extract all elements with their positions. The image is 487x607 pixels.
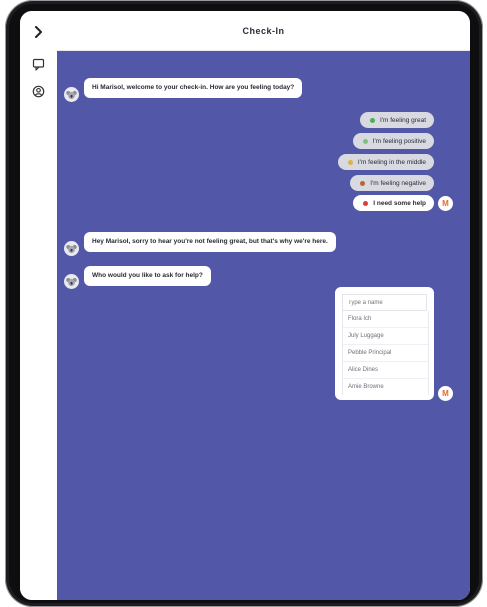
option-feeling-negative[interactable]: I'm feeling negative [350,175,434,191]
option-feeling-great[interactable]: I'm feeling great [359,112,434,128]
name-list[interactable]: Flora Ich July Luggage Pebble Principal … [342,311,429,395]
user-circle-icon [32,85,45,97]
name-option[interactable]: July Luggage [343,328,428,345]
option-label: I'm feeling great [379,116,426,124]
koala-icon [66,90,77,99]
option-feeling-positive[interactable]: I'm feeling positive [352,133,434,149]
bot-avatar [64,241,79,256]
name-picker-card: Flora Ich July Luggage Pebble Principal … [335,287,434,400]
sidebar-item-chat[interactable] [27,53,50,75]
name-search-input[interactable] [342,294,427,311]
bot-message-sorry: Hey Marisol, sorry to hear you're not fe… [84,232,336,252]
bot-avatar [64,87,79,102]
bot-message-ask-help: Who would you like to ask for help? [84,266,211,286]
status-dot [347,159,353,165]
user-avatar: M [438,386,453,401]
bot-avatar [64,274,79,289]
chevron-right-icon [34,26,42,38]
sidebar [20,11,58,600]
option-label: I'm feeling positive [372,137,426,145]
option-feeling-middle[interactable]: I'm feeling in the middle [337,154,434,170]
status-dot [369,117,375,123]
status-dot [363,200,369,206]
option-label: I need some help [373,199,426,207]
bot-message-welcome: Hi Marisol, welcome to your check-in. Ho… [84,78,303,98]
user-initial: M [442,389,449,398]
name-option[interactable]: Pebble Principal [343,345,428,362]
app-screen: Check-In Hi Marisol, welcome to your che… [20,11,470,600]
status-dot [362,138,368,144]
page-title: Check-In [242,25,285,36]
chat-icon [32,58,45,71]
name-option[interactable]: Flora Ich [343,311,428,328]
chat-area[interactable]: Hi Marisol, welcome to your check-in. Ho… [57,51,470,600]
name-option[interactable]: Alice Dines [343,362,428,379]
top-bar: Check-In [57,11,470,51]
status-dot [360,180,366,186]
user-avatar: M [438,196,453,211]
expand-sidebar-button[interactable] [27,21,50,43]
option-label: I'm feeling negative [370,179,426,187]
koala-icon [66,244,77,253]
option-need-help[interactable]: I need some help [353,195,434,211]
sidebar-item-profile[interactable] [27,80,50,102]
name-option[interactable]: Amie Browne [343,379,428,395]
user-initial: M [442,199,449,208]
koala-icon [66,277,77,286]
option-label: I'm feeling in the middle [357,158,426,166]
